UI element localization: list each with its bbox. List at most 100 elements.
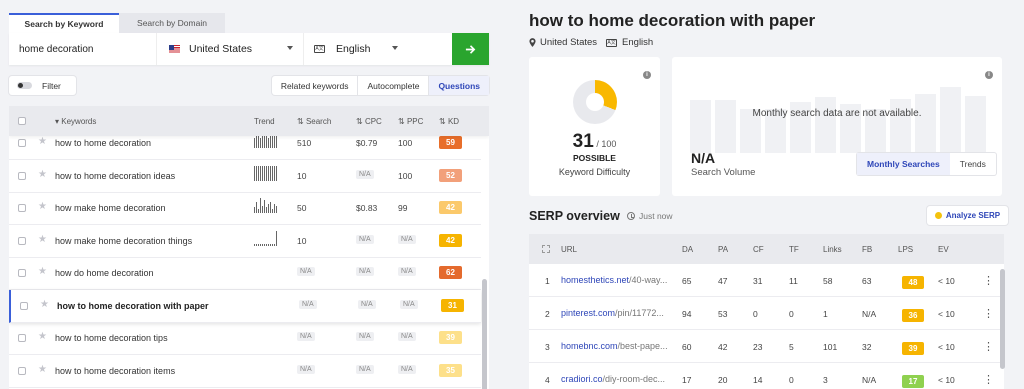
star-icon[interactable]: ★ bbox=[38, 136, 47, 147]
row-checkbox[interactable] bbox=[18, 204, 26, 212]
search-button[interactable] bbox=[452, 33, 489, 65]
trend-bar bbox=[272, 165, 273, 181]
col-keywords[interactable]: ▾ Keywords bbox=[55, 117, 96, 126]
keyword-input[interactable]: home decoration bbox=[9, 33, 157, 65]
serp-row: 1 homesthetics.net/40-way... 65 47 31 11 58 63 <… bbox=[529, 264, 1004, 297]
select-all-checkbox[interactable] bbox=[18, 117, 26, 125]
result-url-link[interactable]: cradiori.co/diy-room-dec... bbox=[561, 374, 665, 384]
pa-value: 53 bbox=[718, 309, 728, 319]
keyword-text[interactable]: how make home decoration things bbox=[55, 236, 192, 246]
star-icon[interactable]: ★ bbox=[38, 266, 47, 277]
star-icon[interactable]: ★ bbox=[38, 169, 47, 180]
expand-icon[interactable] bbox=[542, 245, 550, 253]
keyword-text[interactable]: how to home decoration with paper bbox=[57, 301, 209, 311]
row-checkbox[interactable] bbox=[18, 334, 26, 342]
kd-badge: 35 bbox=[439, 363, 462, 377]
keyword-text[interactable]: how make home decoration bbox=[55, 203, 166, 213]
row-checkbox[interactable] bbox=[18, 139, 26, 147]
trend-bar bbox=[268, 165, 269, 181]
trend-bar bbox=[258, 244, 259, 246]
analyze-serp-button[interactable]: Analyze SERP bbox=[927, 206, 1008, 225]
difficulty-label: Keyword Difficulty bbox=[558, 167, 631, 177]
country-value: United States bbox=[189, 43, 253, 55]
tab-trends[interactable]: Trends bbox=[950, 153, 996, 175]
tab-autocomplete[interactable]: Autocomplete bbox=[358, 76, 430, 95]
cpc-value: N/A bbox=[356, 332, 374, 341]
table-row[interactable]: ★ how make home decoration 50 $0.83 99 42 bbox=[9, 192, 481, 225]
result-url-link[interactable]: pinterest.com/pin/11772... bbox=[561, 308, 664, 318]
language-select[interactable]: A文 English bbox=[304, 33, 452, 65]
more-options-icon[interactable]: ⋮ bbox=[983, 276, 994, 287]
pa-value: 47 bbox=[718, 276, 728, 286]
trend-sparkline bbox=[254, 230, 282, 246]
search-value: N/A bbox=[297, 267, 315, 276]
star-icon[interactable]: ★ bbox=[38, 331, 47, 342]
ev-value: < 10 bbox=[938, 276, 955, 286]
tab-search-by-domain[interactable]: Search by Domain bbox=[119, 13, 225, 33]
cpc-value: N/A bbox=[356, 364, 374, 374]
trend-bar bbox=[276, 165, 277, 181]
serp-table: URL DA PA CF TF Links FB LPS EV 1 homesth… bbox=[529, 234, 1004, 389]
serp-scrollbar[interactable] bbox=[1000, 269, 1005, 369]
table-row[interactable]: ★ how to home decoration with paper N/A N/A… bbox=[9, 289, 481, 323]
row-checkbox[interactable] bbox=[20, 301, 28, 310]
trend-bar bbox=[266, 244, 267, 246]
keyword-text[interactable]: how to home decoration items bbox=[55, 366, 175, 376]
row-checkbox[interactable] bbox=[18, 269, 26, 277]
more-options-icon[interactable]: ⋮ bbox=[983, 342, 994, 353]
keyword-text[interactable]: how to home decoration bbox=[55, 138, 151, 148]
star-icon[interactable]: ★ bbox=[38, 364, 47, 375]
tab-search-by-keyword[interactable]: Search by Keyword bbox=[9, 13, 119, 33]
col-search[interactable]: ⇅ Search bbox=[297, 117, 331, 126]
info-icon[interactable]: i bbox=[985, 71, 993, 79]
table-row[interactable]: ★ how make home decoration things 10 N/A N/A… bbox=[9, 225, 481, 258]
filter-toggle[interactable]: Filter bbox=[9, 76, 76, 95]
col-ppc[interactable]: ⇅ PPC bbox=[398, 117, 423, 126]
keyword-text[interactable]: how to home decoration tips bbox=[55, 333, 168, 343]
result-url-link[interactable]: homesthetics.net/40-way... bbox=[561, 275, 667, 285]
tab-questions[interactable]: Questions bbox=[429, 76, 489, 95]
filter-label: Filter bbox=[42, 80, 61, 91]
serp-overview-title: SERP overview bbox=[529, 209, 620, 223]
keyword-meta: United States A文 English bbox=[529, 37, 653, 48]
col-cpc[interactable]: ⇅ CPC bbox=[356, 117, 382, 126]
result-url-link[interactable]: homebnc.com/best-pape... bbox=[561, 341, 668, 351]
pa-value: 20 bbox=[718, 375, 728, 385]
tf-value: 0 bbox=[789, 309, 794, 319]
more-options-icon[interactable]: ⋮ bbox=[983, 375, 994, 386]
table-row[interactable]: ★ how do home decoration N/A N/A N/A 62 bbox=[9, 257, 481, 290]
table-row[interactable]: ★ how to home decoration tips N/A N/A N/A 39 bbox=[9, 322, 481, 355]
row-checkbox[interactable] bbox=[18, 366, 26, 375]
table-scrollbar[interactable] bbox=[482, 279, 487, 389]
rank-number: 2 bbox=[545, 309, 550, 319]
col-links: Links bbox=[823, 245, 842, 254]
keyword-text[interactable]: how do home decoration bbox=[55, 268, 154, 278]
info-icon[interactable]: i bbox=[643, 71, 651, 79]
table-row[interactable]: ★ how to home decoration items N/A N/A N/A 35 bbox=[9, 355, 481, 388]
star-icon[interactable]: ★ bbox=[38, 201, 47, 212]
keyword-detail-panel: how to home decoration with paper United… bbox=[509, 0, 1024, 389]
kd-badge: 62 bbox=[439, 266, 462, 279]
more-options-icon[interactable]: ⋮ bbox=[983, 309, 994, 320]
tab-monthly-searches[interactable]: Monthly Searches bbox=[857, 153, 950, 175]
da-value: 94 bbox=[682, 309, 692, 319]
star-icon[interactable]: ★ bbox=[40, 299, 49, 310]
trend-bar bbox=[254, 165, 255, 181]
tf-value: 0 bbox=[789, 375, 794, 385]
lps-badge: 36 bbox=[902, 309, 924, 322]
ppc-value: 99 bbox=[398, 203, 408, 213]
keyword-text[interactable]: how to home decoration ideas bbox=[55, 171, 175, 181]
star-icon[interactable]: ★ bbox=[38, 234, 47, 245]
serp-timestamp: Just now bbox=[627, 211, 673, 221]
toggle-switch-icon bbox=[17, 82, 32, 89]
table-row[interactable]: ★ how to home decoration ideas 10 N/A 100 52 bbox=[9, 160, 481, 193]
chevron-down-icon bbox=[392, 46, 398, 50]
col-kd[interactable]: ⇅ KD bbox=[439, 117, 459, 126]
lps-badge: 39 bbox=[902, 342, 924, 355]
row-checkbox[interactable] bbox=[18, 171, 26, 180]
tab-related-keywords[interactable]: Related keywords bbox=[272, 76, 359, 95]
country-select[interactable]: United States bbox=[157, 33, 304, 65]
row-checkbox[interactable] bbox=[18, 236, 26, 245]
filter-row: Filter Related keywords Autocomplete Que… bbox=[9, 76, 489, 96]
keyword-difficulty-card: i 31 / 100 POSSIBLE Keyword Difficulty bbox=[529, 57, 660, 196]
